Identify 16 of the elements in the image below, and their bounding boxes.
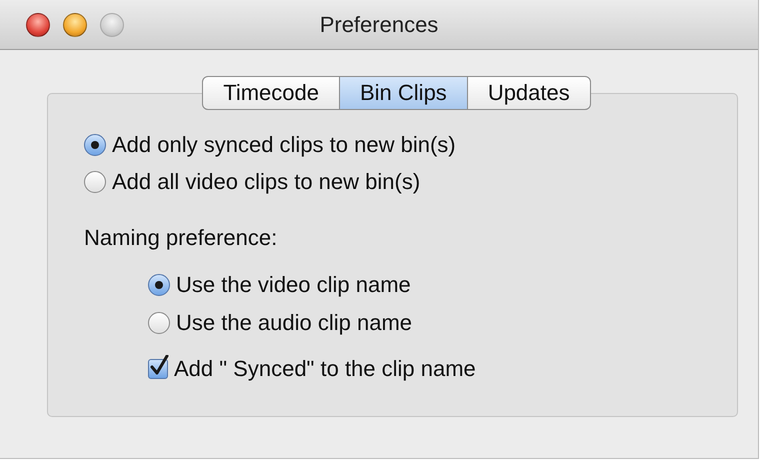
tab[interactable]: Bin Clips	[340, 76, 468, 110]
radio-button[interactable]	[84, 171, 106, 193]
radio-button[interactable]	[148, 312, 170, 334]
option-label: Use the audio clip name	[176, 310, 412, 336]
close-button[interactable]	[26, 12, 50, 36]
option-label: Add all video clips to new bin(s)	[112, 169, 420, 195]
naming-label: Naming preference:	[84, 225, 278, 251]
tab[interactable]: Updates	[468, 76, 591, 110]
option-label: Add only synced clips to new bin(s)	[112, 132, 456, 158]
minimize-button[interactable]	[63, 12, 87, 36]
tab[interactable]: Timecode	[202, 76, 340, 110]
radio-button[interactable]	[148, 274, 170, 296]
checkbox-label: Add " Synced" to the clip name	[174, 356, 476, 382]
option-label: Use the video clip name	[176, 272, 411, 298]
radio-button[interactable]	[84, 134, 106, 156]
window-title: Preferences	[318, 12, 440, 38]
